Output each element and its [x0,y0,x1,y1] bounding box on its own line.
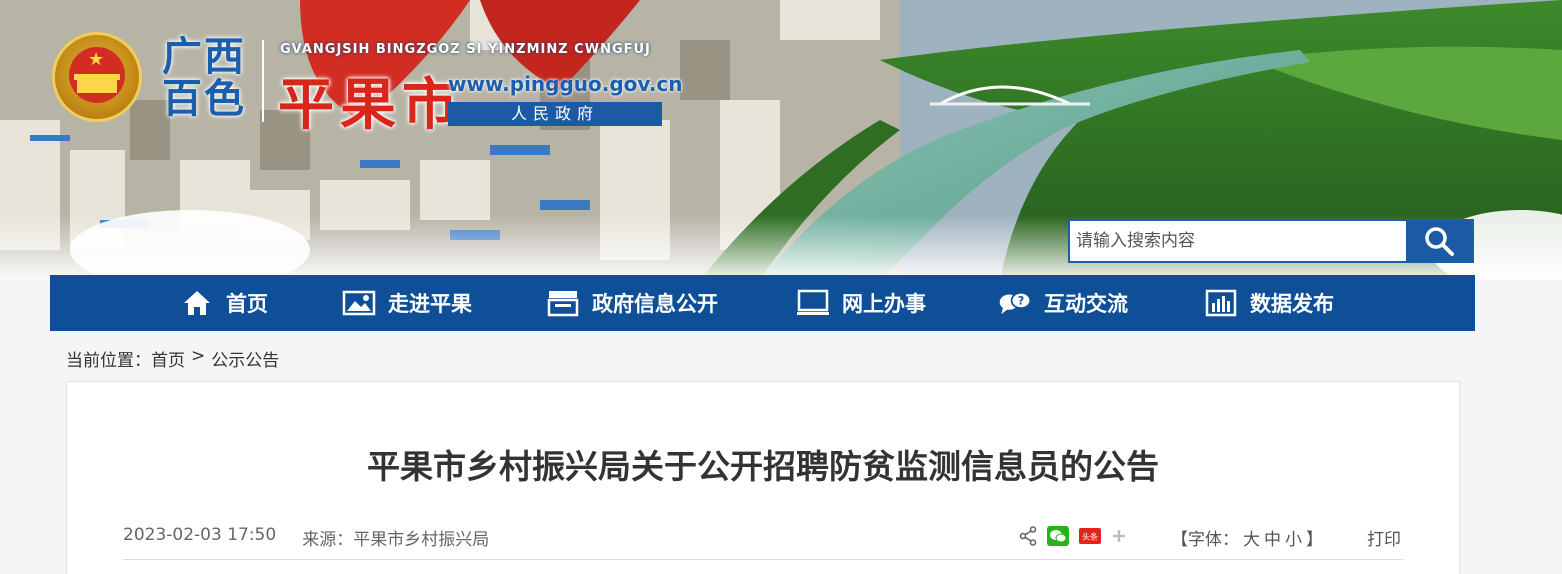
header-divider [262,40,264,122]
breadcrumb-separator: > [191,346,206,366]
search-icon [1425,227,1454,256]
nav-item-data-release[interactable]: 数据发布 [1204,275,1334,331]
city-name: 平果市 [278,72,464,138]
home-icon [180,288,214,318]
monitor-icon [796,288,830,318]
share-icon[interactable] [1019,526,1037,546]
search-box [1068,219,1474,263]
font-size-large[interactable]: 大 [1243,525,1260,550]
wechat-icon[interactable] [1047,526,1069,546]
font-size-small[interactable]: 小 [1285,525,1302,550]
breadcrumb-current-link[interactable]: 公示公告 [211,346,279,371]
breadcrumb-prefix: 当前位置： [66,351,151,371]
nav-item-home[interactable]: 首页 [180,275,268,331]
svg-text:头条: 头条 [1082,532,1098,542]
plus-icon[interactable] [1111,528,1127,544]
toutiao-icon[interactable]: 头条 [1079,528,1101,544]
article-source: 来源：平果市乡村振兴局 [302,530,490,550]
region-name: 广西 百色 [162,33,246,122]
breadcrumb: 当前位置： 首页 > 公示公告 [66,346,279,371]
national-emblem-icon: ★ [52,32,142,122]
print-button[interactable]: 打印 [1367,525,1401,550]
article-card: 平果市乡村振兴局关于公开招聘防贫监测信息员的公告 2023-02-03 17:5… [66,381,1460,574]
font-size-medium[interactable]: 中 [1264,525,1281,550]
picture-icon [342,288,376,318]
article-title: 平果市乡村振兴局关于公开招聘防贫监测信息员的公告 [367,447,1159,486]
main-nav: 首页 走进平果 政府信息公开 网上办事 ? 互动交流 数据发布 [50,275,1475,331]
nav-label: 互动交流 [1044,292,1128,316]
font-size-switcher: 【字体： 大 中 小 】 [1171,525,1323,550]
nav-item-online-services[interactable]: 网上办事 [796,275,926,331]
search-button[interactable] [1406,221,1472,261]
breadcrumb-home-link[interactable]: 首页 [151,346,185,371]
zhuang-language-name: GVANGJSIH BINGZGOZ SI YINZMINZ CWNGFUJ [280,42,651,57]
nav-label: 政府信息公开 [592,292,718,316]
document-icon [546,288,580,318]
nav-item-gov-info[interactable]: 政府信息公开 [546,275,718,331]
bar-chart-icon [1204,288,1238,318]
font-size-label-close: 】 [1306,530,1323,550]
article-meta: 2023-02-03 17:50 来源：平果市乡村振兴局 [123,525,489,550]
search-input[interactable] [1070,221,1406,261]
meta-divider [123,559,1403,560]
share-bar: 头条 [1019,526,1127,546]
nav-label: 数据发布 [1250,292,1334,316]
header-banner: ★ 广西 百色 GVANGJSIH BINGZGOZ SI YINZMINZ C… [0,0,1562,280]
site-url: www.pingguo.gov.cn [448,72,683,96]
nav-label: 网上办事 [842,292,926,316]
nav-label: 走进平果 [388,292,472,316]
nav-item-about[interactable]: 走进平果 [342,275,472,331]
nav-item-interaction[interactable]: ? 互动交流 [998,275,1128,331]
svg-text:?: ? [1018,295,1024,308]
font-size-label: 【字体： [1171,530,1239,550]
publish-date: 2023-02-03 17:50 [123,525,277,545]
chat-icon: ? [998,288,1032,318]
gov-label: 人民政府 [448,102,662,126]
nav-label: 首页 [226,292,268,316]
